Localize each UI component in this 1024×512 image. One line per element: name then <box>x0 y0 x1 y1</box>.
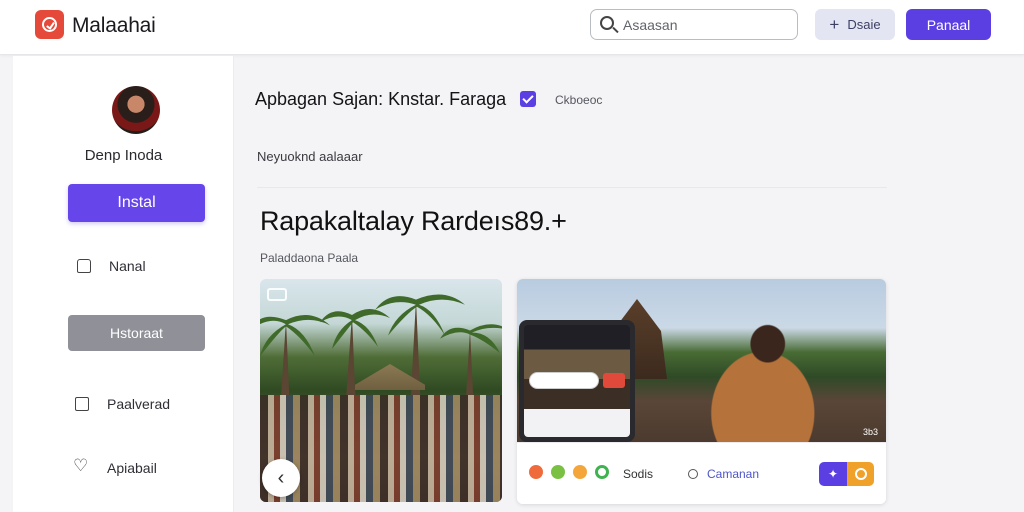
primary-button[interactable]: Panaal <box>906 9 991 40</box>
record-icon <box>603 373 625 388</box>
top-bar: Malaahai + Dsaie Panaal <box>0 0 1024 55</box>
comment-link[interactable]: Camanan <box>707 467 759 481</box>
add-button-label: Dsaie <box>847 17 881 32</box>
page-title: Apbagan Sajan: Knstar. Faraga <box>255 89 507 109</box>
previous-arrow-button[interactable]: ‹ <box>262 459 300 497</box>
orange-dot-icon[interactable] <box>529 465 543 479</box>
user-name: Denp Inoda <box>84 147 163 164</box>
search-icon <box>600 16 614 30</box>
image-badge: 3b3 <box>862 427 878 437</box>
post-card[interactable]: 3b3 Sodis Camanan ✦ <box>517 279 886 504</box>
sidebar: Denp Inoda Instal Nanal Hstoraat Paalver… <box>13 56 234 512</box>
app-title: Malaahai <box>72 14 156 37</box>
add-button[interactable]: + Dsaie <box>815 9 895 40</box>
app-logo[interactable] <box>35 10 64 39</box>
plus-icon: + <box>829 15 840 34</box>
circle-icon[interactable] <box>847 462 874 486</box>
checkbox-label: Ckboeoc <box>555 93 603 107</box>
install-button[interactable]: Instal <box>68 184 205 222</box>
color-dots <box>529 465 609 479</box>
sidebar-item-hstoraat[interactable]: Hstoraat <box>68 315 205 351</box>
comment-icon <box>688 469 698 479</box>
heart-icon <box>73 456 89 476</box>
sidebar-item-label: Paalverad <box>107 396 171 412</box>
post-name: Sodis <box>623 467 654 481</box>
phone-input-pill <box>529 372 599 389</box>
main-content: Apbagan Sajan: Knstar. Faraga Ckboeoc Ne… <box>235 56 1024 512</box>
sidebar-item-apiabail[interactable]: Apiabail <box>73 456 157 476</box>
avatar[interactable] <box>112 86 160 134</box>
search-input[interactable] <box>623 15 788 35</box>
sidebar-item-label: Nanal <box>109 258 146 274</box>
section-caption: Paladdaona Paala <box>260 251 359 265</box>
amber-dot-icon[interactable] <box>573 465 587 479</box>
palm-trees <box>260 294 502 413</box>
search-box[interactable] <box>590 9 798 40</box>
ring-dot-icon[interactable] <box>595 465 609 479</box>
subheading: Neyuoknd aalaaar <box>257 149 363 164</box>
post-toolbar: Sodis Camanan ✦ <box>517 442 886 504</box>
share-button-group[interactable]: ✦ <box>819 462 874 486</box>
camera-icon[interactable] <box>267 288 287 301</box>
sidebar-item-label: Apiabail <box>107 460 157 476</box>
bag-icon <box>77 259 91 273</box>
green-dot-icon[interactable] <box>551 465 565 479</box>
divider <box>257 187 887 188</box>
section-heading: Rapakaltalay Rardeıs89.+ <box>260 206 567 236</box>
person-photo <box>677 311 842 442</box>
post-image[interactable]: 3b3 <box>517 279 886 442</box>
square-icon <box>75 397 89 411</box>
checkbox[interactable] <box>520 91 536 107</box>
bird-icon[interactable]: ✦ <box>819 462 847 486</box>
sidebar-item-nanal[interactable]: Nanal <box>77 258 146 274</box>
sidebar-item-paalverad[interactable]: Paalverad <box>75 396 170 412</box>
